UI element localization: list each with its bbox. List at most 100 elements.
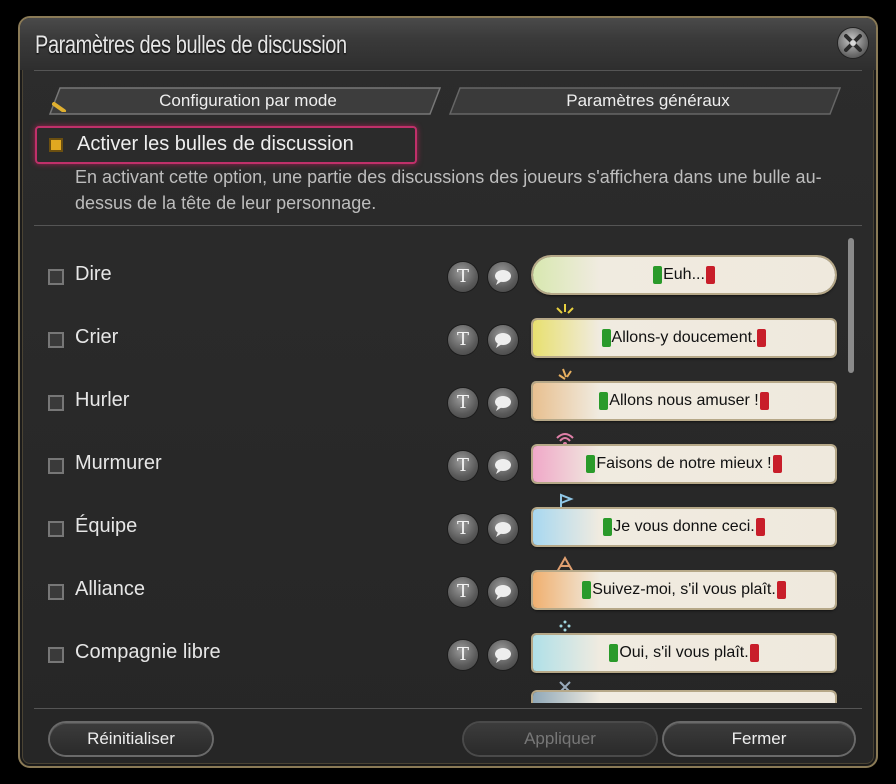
bubble-style-button[interactable] — [488, 388, 518, 418]
active-tab-marker-icon — [52, 102, 68, 112]
speech-bubble-icon — [495, 522, 511, 537]
text-style-button[interactable]: T — [448, 451, 478, 481]
party-flag-icon — [560, 493, 574, 509]
quote-open-icon — [582, 580, 592, 599]
bubble-style-button[interactable] — [488, 451, 518, 481]
enable-bubbles-description: En activant cette option, une partie des… — [75, 167, 822, 213]
channel-checkbox[interactable] — [48, 584, 64, 600]
bubble-preview-text: Je vous donne ceci. — [613, 518, 755, 535]
channel-row-dire: Dire T Euh... — [20, 247, 860, 307]
bubble-preview: Euh... — [533, 257, 835, 293]
tab-label: Configuration par mode — [159, 91, 337, 110]
channel-row-partial — [20, 681, 860, 703]
title-divider — [34, 70, 862, 71]
list-scrollbar[interactable] — [848, 238, 854, 373]
quote-close-icon — [759, 391, 769, 410]
bubble-style-button[interactable] — [488, 640, 518, 670]
enable-bubbles-option[interactable]: Activer les bulles de discussion — [35, 126, 417, 164]
quote-open-icon — [603, 517, 613, 536]
text-style-button[interactable]: T — [448, 577, 478, 607]
channel-label: Équipe — [75, 515, 138, 537]
bubble-preview: Faisons de notre mieux ! — [533, 446, 835, 482]
quote-open-icon — [653, 265, 663, 284]
text-style-button[interactable]: T — [448, 325, 478, 355]
bubble-preview: Je vous donne ceci. — [533, 509, 835, 545]
channel-label: Murmurer — [75, 452, 162, 474]
channel-checkbox[interactable] — [48, 332, 64, 348]
bubble-style-button[interactable] — [488, 262, 518, 292]
tab-configuration-par-mode[interactable]: Configuration par mode — [48, 86, 448, 116]
text-style-button[interactable]: T — [448, 388, 478, 418]
company-dots-icon — [559, 620, 571, 632]
close-icon — [844, 34, 862, 52]
speech-bubble-icon — [495, 396, 511, 411]
channel-checkbox[interactable] — [48, 521, 64, 537]
bubble-preview-text: Allons nous amuser ! — [609, 392, 759, 409]
tab-parametres-generaux[interactable]: Paramètres généraux — [448, 86, 848, 116]
bubble-preview-text: Oui, s'il vous plaît. — [619, 644, 749, 661]
bubble-preview: Allons nous amuser ! — [533, 383, 835, 419]
speech-bubble-icon — [495, 585, 511, 600]
bubble-style-button[interactable] — [488, 325, 518, 355]
apply-button[interactable]: Appliquer — [464, 723, 656, 755]
channel-label: Alliance — [75, 578, 146, 600]
channel-checkbox[interactable] — [48, 647, 64, 663]
bubble-preview: Allons-y doucement. — [533, 320, 835, 356]
bubble-preview-text: Suivez-moi, s'il vous plaît. — [592, 581, 776, 598]
speech-bubble-icon — [495, 648, 511, 663]
quote-open-icon — [599, 391, 609, 410]
tab-label: Paramètres généraux — [566, 91, 730, 110]
enable-bubbles-label: Activer les bulles de discussion — [77, 133, 354, 155]
speech-bubble-icon — [495, 459, 511, 474]
quote-open-icon — [609, 643, 619, 662]
text-style-button[interactable]: T — [448, 514, 478, 544]
text-style-button[interactable]: T — [448, 262, 478, 292]
channel-checkbox[interactable] — [48, 458, 64, 474]
quote-close-icon — [772, 454, 782, 473]
footer-divider — [34, 708, 862, 709]
bubble-preview: Suivez-moi, s'il vous plaît. — [533, 572, 835, 608]
channel-checkbox[interactable] — [48, 395, 64, 411]
whisper-signal-icon — [556, 433, 574, 446]
channel-list: Dire T Euh... Crier T Allons-y doucement… — [20, 233, 860, 703]
quote-close-icon — [776, 580, 786, 599]
bubble-style-button[interactable] — [488, 514, 518, 544]
channel-label: Compagnie libre — [75, 641, 221, 663]
window-title: Paramètres des bulles de discussion — [35, 31, 347, 59]
channel-row-compagnie-libre: Compagnie libre T Oui, s'il vous plaît. — [20, 620, 860, 685]
bubble-preview-text: Faisons de notre mieux ! — [596, 455, 772, 472]
channel-label: Dire — [75, 263, 112, 285]
channel-label: Crier — [75, 326, 119, 348]
bubble-preview: Oui, s'il vous plaît. — [533, 635, 835, 671]
channel-row-alliance: Alliance T Suivez-moi, s'il vous plaît. — [20, 556, 860, 622]
speech-bubble-icon — [495, 333, 511, 348]
close-button[interactable]: Fermer — [664, 723, 854, 755]
bubble-preview-text: Allons-y doucement. — [611, 329, 757, 346]
text-style-button[interactable]: T — [448, 640, 478, 670]
quote-open-icon — [586, 454, 596, 473]
alliance-tent-icon — [556, 556, 574, 572]
yell-burst-icon — [558, 368, 572, 380]
channel-label: Hurler — [75, 389, 130, 411]
channel-row-crier: Crier T Allons-y doucement. — [20, 304, 860, 370]
channel-row-hurler: Hurler T Allons nous amuser ! — [20, 368, 860, 433]
shout-burst-icon — [556, 304, 574, 314]
bubble-preview-text: Euh... — [663, 266, 705, 283]
reset-button[interactable]: Réinitialiser — [50, 723, 212, 755]
quote-close-icon — [757, 328, 767, 347]
chat-bubble-settings-window: Paramètres des bulles de discussion Conf… — [18, 16, 878, 768]
title-bar[interactable]: Paramètres des bulles de discussion — [20, 18, 876, 70]
bubble-preview — [533, 692, 835, 703]
bubble-style-button[interactable] — [488, 577, 518, 607]
channel-row-equipe: Équipe T Je vous donne ceci. — [20, 493, 860, 559]
section-divider — [34, 225, 862, 226]
close-window-button[interactable] — [838, 28, 868, 58]
quote-close-icon — [755, 517, 765, 536]
quote-open-icon — [601, 328, 611, 347]
enable-bubbles-checkbox[interactable] — [49, 138, 63, 152]
quote-close-icon — [749, 643, 759, 662]
channel-row-murmurer: Murmurer T Faisons de notre mieux ! — [20, 433, 860, 496]
quote-close-icon — [705, 265, 715, 284]
speech-bubble-icon — [495, 270, 511, 285]
channel-checkbox[interactable] — [48, 269, 64, 285]
